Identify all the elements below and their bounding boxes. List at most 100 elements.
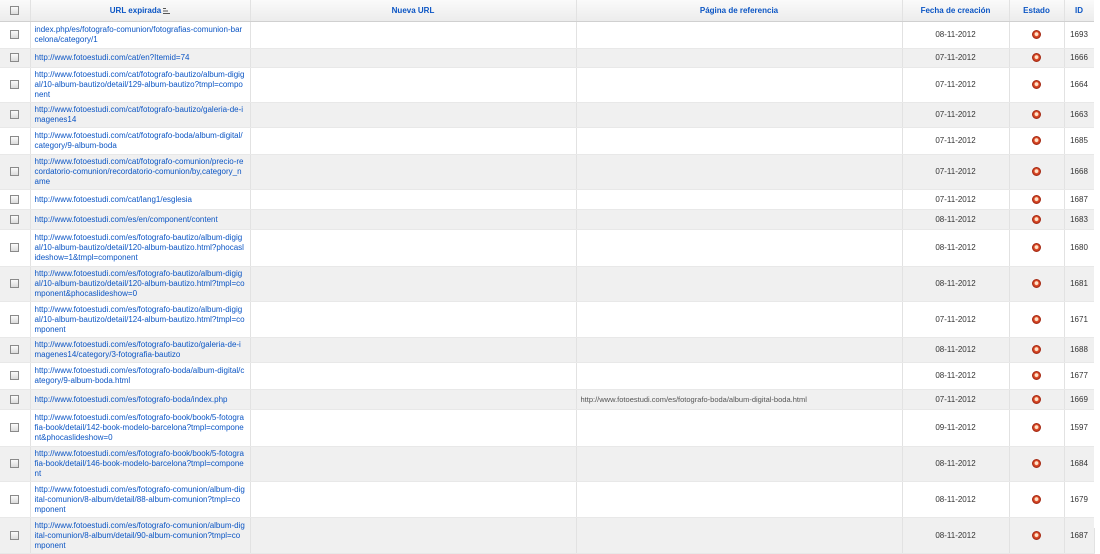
state-unpublished-icon[interactable] [1032, 53, 1041, 63]
new-url-cell [250, 189, 577, 210]
new-url-cell [250, 337, 577, 363]
state-unpublished-icon[interactable] [1032, 494, 1041, 504]
expired-url-link[interactable]: http://www.fotoestudi.com/es/en/componen… [35, 215, 218, 224]
referer-cell [576, 209, 903, 230]
row-checkbox[interactable] [0, 21, 31, 49]
expired-url-link[interactable]: index.php/es/fotografo-comunion/fotograf… [35, 25, 243, 44]
created-date-cell: 07-11-2012 [902, 301, 1010, 338]
expired-url-link[interactable]: http://www.fotoestudi.com/es/fotografo-b… [35, 413, 244, 442]
expired-url-link[interactable]: http://www.fotoestudi.com/es/fotografo-b… [35, 395, 228, 404]
row-checkbox[interactable] [0, 337, 31, 363]
row-checkbox[interactable] [0, 389, 31, 410]
row-checkbox[interactable] [0, 154, 31, 190]
column-header-referer[interactable]: Página de referencia [576, 0, 903, 22]
id-cell: 1663 [1064, 102, 1095, 128]
table-row: http://www.fotoestudi.com/es/fotografo-b… [0, 229, 1095, 267]
column-header-url-expired-label[interactable]: URL expirada [110, 6, 161, 15]
state-unpublished-icon[interactable] [1032, 314, 1041, 324]
created-date-cell: 07-11-2012 [902, 154, 1010, 190]
state-unpublished-icon[interactable] [1032, 279, 1041, 289]
id-cell: 1669 [1064, 389, 1095, 410]
row-checkbox[interactable] [0, 67, 31, 103]
state-unpublished-icon[interactable] [1032, 80, 1041, 90]
expired-url-link[interactable]: http://www.fotoestudi.com/es/fotografo-b… [35, 340, 241, 359]
created-date-cell: 07-11-2012 [902, 67, 1010, 103]
table-row: http://www.fotoestudi.com/es/fotografo-b… [0, 389, 1095, 410]
table-row: http://www.fotoestudi.com/cat/fotografo-… [0, 154, 1095, 190]
state-unpublished-icon[interactable] [1032, 394, 1041, 404]
row-checkbox[interactable] [0, 362, 31, 390]
state-unpublished-icon[interactable] [1032, 167, 1041, 177]
state-unpublished-icon[interactable] [1032, 530, 1041, 540]
state-unpublished-icon[interactable] [1032, 345, 1041, 355]
state-unpublished-icon[interactable] [1032, 423, 1041, 433]
state-unpublished-icon[interactable] [1032, 110, 1041, 120]
new-url-cell [250, 446, 577, 482]
table-row: http://www.fotoestudi.com/es/fotografo-b… [0, 362, 1095, 390]
expired-url-link[interactable]: http://www.fotoestudi.com/cat/en?Itemid=… [35, 53, 190, 62]
state-unpublished-icon[interactable] [1032, 459, 1041, 469]
expired-url-link[interactable]: http://www.fotoestudi.com/es/fotografo-c… [35, 521, 245, 550]
column-header-url-expired[interactable]: URL expirada [30, 0, 251, 22]
created-date-cell: 08-11-2012 [902, 266, 1010, 302]
id-cell: 1693 [1064, 21, 1095, 49]
row-checkbox[interactable] [0, 301, 31, 338]
row-checkbox[interactable] [0, 409, 31, 447]
new-url-cell [250, 48, 577, 68]
new-url-cell [250, 481, 577, 518]
state-unpublished-icon[interactable] [1032, 214, 1041, 224]
id-cell: 1688 [1064, 337, 1095, 363]
referer-cell [576, 266, 903, 302]
row-checkbox[interactable] [0, 48, 31, 68]
referer-cell [576, 154, 903, 190]
expired-url-link[interactable]: http://www.fotoestudi.com/es/fotografo-c… [35, 485, 245, 514]
id-cell: 1679 [1064, 481, 1095, 518]
row-checkbox[interactable] [0, 127, 31, 155]
created-date-cell: 08-11-2012 [902, 229, 1010, 267]
row-checkbox[interactable] [0, 189, 31, 210]
expired-url-link[interactable]: http://www.fotoestudi.com/cat/fotografo-… [35, 157, 244, 186]
created-date-cell: 07-11-2012 [902, 189, 1010, 210]
row-checkbox[interactable] [0, 266, 31, 302]
row-checkbox[interactable] [0, 102, 31, 128]
expired-url-link[interactable]: http://www.fotoestudi.com/cat/fotografo-… [35, 131, 243, 150]
row-checkbox[interactable] [0, 209, 31, 230]
expired-url-link[interactable]: http://www.fotoestudi.com/es/fotografo-b… [35, 233, 244, 262]
select-all-checkbox[interactable] [0, 0, 31, 22]
row-checkbox[interactable] [0, 481, 31, 518]
column-header-created[interactable]: Fecha de creación [902, 0, 1010, 22]
created-date-cell: 07-11-2012 [902, 389, 1010, 410]
column-header-new-url[interactable]: Nueva URL [250, 0, 577, 22]
column-header-state[interactable]: Estado [1009, 0, 1065, 22]
expired-url-link[interactable]: http://www.fotoestudi.com/es/fotografo-b… [35, 366, 245, 385]
scrollbar-gutter [1094, 0, 1100, 528]
table-row: http://www.fotoestudi.com/cat/en?Itemid=… [0, 48, 1095, 68]
expired-url-link[interactable]: http://www.fotoestudi.com/cat/fotografo-… [35, 70, 245, 99]
expired-url-link[interactable]: http://www.fotoestudi.com/es/fotografo-b… [35, 269, 245, 298]
referer-cell [576, 48, 903, 68]
table-row: http://www.fotoestudi.com/cat/fotografo-… [0, 127, 1095, 155]
new-url-cell [250, 21, 577, 49]
state-unpublished-icon[interactable] [1032, 194, 1041, 204]
sort-ascending-icon[interactable] [163, 7, 171, 14]
row-checkbox[interactable] [0, 517, 31, 554]
new-url-cell [250, 266, 577, 302]
expired-url-link[interactable]: http://www.fotoestudi.com/cat/fotografo-… [35, 105, 244, 124]
state-unpublished-icon[interactable] [1032, 30, 1041, 40]
new-url-cell [250, 517, 577, 554]
state-unpublished-icon[interactable] [1032, 243, 1041, 253]
state-unpublished-icon[interactable] [1032, 371, 1041, 381]
row-checkbox[interactable] [0, 446, 31, 482]
redirects-table: URL expirada Nueva URL Página de referen… [0, 0, 1095, 554]
referer-cell [576, 102, 903, 128]
row-checkbox[interactable] [0, 229, 31, 267]
state-unpublished-icon[interactable] [1032, 136, 1041, 146]
expired-url-link[interactable]: http://www.fotoestudi.com/es/fotografo-b… [35, 449, 244, 478]
expired-url-link[interactable]: http://www.fotoestudi.com/cat/lang1/esgl… [35, 195, 192, 204]
expired-url-link[interactable]: http://www.fotoestudi.com/es/fotografo-b… [35, 305, 245, 334]
referer-cell [576, 229, 903, 267]
created-date-cell: 08-11-2012 [902, 209, 1010, 230]
created-date-cell: 08-11-2012 [902, 517, 1010, 554]
column-header-id[interactable]: ID [1064, 0, 1095, 22]
referer-cell [576, 409, 903, 447]
